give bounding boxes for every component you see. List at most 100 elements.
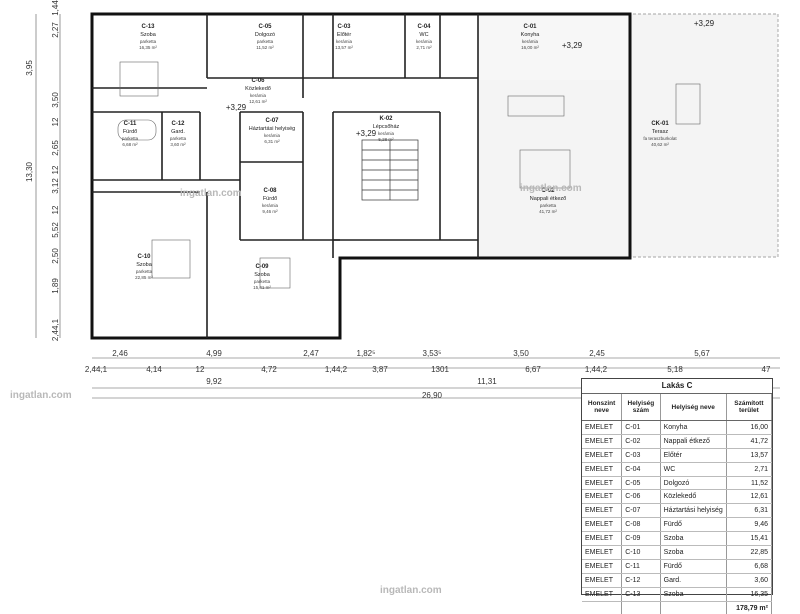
legend-cell-name: Szoba — [660, 587, 727, 602]
room-area: 16,35 m² — [139, 45, 157, 50]
room-area: 12,61 m² — [249, 99, 267, 104]
legend-cell-number: C-13 — [621, 587, 661, 602]
room-area: 2,71 m² — [416, 45, 432, 50]
legend-cell-area: 12,61 — [726, 489, 773, 505]
dimension-label: 12 — [51, 205, 60, 214]
level-marker: +3,29 — [694, 19, 715, 28]
level-marker: +3,29 — [562, 41, 583, 50]
legend-cell-number: C-04 — [621, 462, 661, 477]
legend-cell-area: 11,52 — [726, 476, 773, 491]
dimension-label: 1,44,2 — [325, 365, 348, 374]
legend-row: EMELET C-11 Fürdő 6,68 — [582, 559, 773, 574]
room-name: Fürdő — [263, 196, 277, 202]
room-name: Szoba — [136, 262, 153, 268]
legend-row: EMELET C-05 Dolgozó 11,52 — [582, 476, 773, 491]
dimension-label: 1,44 — [51, 0, 60, 16]
room-area: 6,68 m² — [122, 142, 138, 147]
room-name: Dolgozó — [255, 32, 275, 38]
room-area: 22,85 m² — [135, 275, 153, 280]
dimension-label: 2,44,1 — [85, 365, 108, 374]
room-floor: parketta — [254, 279, 271, 284]
dimension-label: 1301 — [431, 365, 449, 374]
legend-title: Lakás C — [582, 379, 772, 394]
legend-cell-number: C-08 — [621, 517, 661, 533]
legend-header-name: Helyiség neve — [660, 394, 727, 421]
room-id: C-11 — [124, 121, 137, 127]
kitchen-tiles — [478, 14, 630, 80]
legend-header-number: Helyiség szám — [621, 394, 661, 421]
legend-cell-area: 15,41 — [726, 531, 773, 547]
legend-row: EMELET C-08 Fürdő 9,46 — [582, 517, 773, 533]
room-area: 13,57 m² — [335, 45, 353, 50]
legend-row: EMELET C-10 Szoba 22,85 — [582, 545, 773, 560]
room-name: Gard. — [171, 129, 185, 135]
legend-row: EMELET C-03 Előtér 13,57 — [582, 448, 773, 463]
room-id: C-03 — [337, 24, 351, 30]
dimension-label: 4,14 — [146, 365, 162, 374]
room-area: 9,46 m² — [262, 209, 278, 214]
level-marker: +3,29 — [356, 129, 377, 138]
room-id: C-01 — [523, 24, 537, 30]
legend-cell-floor: EMELET — [582, 573, 623, 588]
dimension-label: 1,89 — [51, 278, 60, 294]
legend-cell-area: 6,31 — [726, 503, 773, 519]
legend-cell-name: Előtér — [660, 448, 727, 463]
room-id: C-05 — [258, 24, 272, 30]
dimension-label: 2,47 — [303, 349, 319, 358]
legend-cell-number: C-11 — [621, 559, 661, 574]
dimension-label: 3,12 — [51, 178, 60, 194]
dimension-label: 2,65 — [51, 140, 60, 156]
dimension-label: 5,18 — [667, 365, 683, 374]
legend-cell-name: WC — [660, 462, 727, 477]
dimension-label: 2,44,1 — [51, 318, 60, 341]
legend-cell-floor: EMELET — [582, 462, 623, 477]
legend-row: EMELET C-07 Háztartási helyiség 6,31 — [582, 503, 773, 519]
dimension-label: 3,50 — [51, 92, 60, 108]
dimension-label: 47 — [762, 365, 771, 374]
legend-row: EMELET C-12 Gard. 3,60 — [582, 573, 773, 588]
legend-cell-floor: EMELET — [582, 517, 623, 533]
legend-cell-area: 6,68 — [726, 559, 773, 574]
legend-cell-floor: EMELET — [582, 531, 623, 547]
legend-cell-floor: EMELET — [582, 559, 623, 574]
room-floor: kerámia — [416, 39, 433, 44]
legend-header-row: Honszint neve Helyiség szám Helyiség nev… — [582, 394, 773, 421]
room-floor: kerámia — [522, 39, 539, 44]
legend-cell-area: 9,46 — [726, 517, 773, 533]
room-area: 11,52 m² — [256, 45, 274, 50]
room-name: Szoba — [254, 272, 271, 278]
legend-cell-number: C-01 — [621, 420, 661, 435]
dimension-label: 2,45 — [589, 349, 605, 358]
dimension-label: 3,87 — [372, 365, 388, 374]
legend-cell-number: C-09 — [621, 531, 661, 547]
legend-row: EMELET C-13 Szoba 16,35 — [582, 587, 773, 602]
legend-cell-area: 16,00 — [726, 420, 773, 435]
room-floor: parketta — [122, 136, 139, 141]
legend-cell-name: Közlekedő — [660, 489, 727, 505]
legend-cell-name: Szoba — [660, 531, 727, 547]
room-id: C-08 — [263, 188, 277, 194]
staircase — [361, 139, 419, 201]
legend-cell-name: Gard. — [660, 573, 727, 588]
room-floor: kerámia — [250, 93, 267, 98]
legend-cell-area: 2,71 — [726, 462, 773, 477]
room-area: 6,31 m² — [264, 139, 280, 144]
legend-cell-number: C-07 — [621, 503, 661, 519]
dimension-label: 2,27 — [51, 22, 60, 38]
room-floor: kerámia — [378, 131, 395, 136]
legend-row: EMELET C-02 Nappali étkező 41,72 — [582, 434, 773, 449]
room-id: C-04 — [417, 24, 431, 30]
legend-cell-floor: EMELET — [582, 503, 623, 519]
room-name: WC — [419, 32, 428, 38]
room-floor: parketta — [540, 203, 557, 208]
legend-cell-name: Konyha — [660, 420, 727, 435]
legend-row: EMELET C-09 Szoba 15,41 — [582, 531, 773, 547]
dimension-total: 26,90 — [422, 391, 443, 400]
dimension-label: 12 — [51, 117, 60, 126]
dimension-label: 1,44,2 — [585, 365, 608, 374]
legend-cell-name: Szoba — [660, 545, 727, 560]
legend-cell-number: C-12 — [621, 573, 661, 588]
legend-cell-floor: EMELET — [582, 420, 623, 435]
legend-cell-name: Nappali étkező — [660, 434, 727, 449]
dimension-label: 2,50 — [51, 248, 60, 264]
